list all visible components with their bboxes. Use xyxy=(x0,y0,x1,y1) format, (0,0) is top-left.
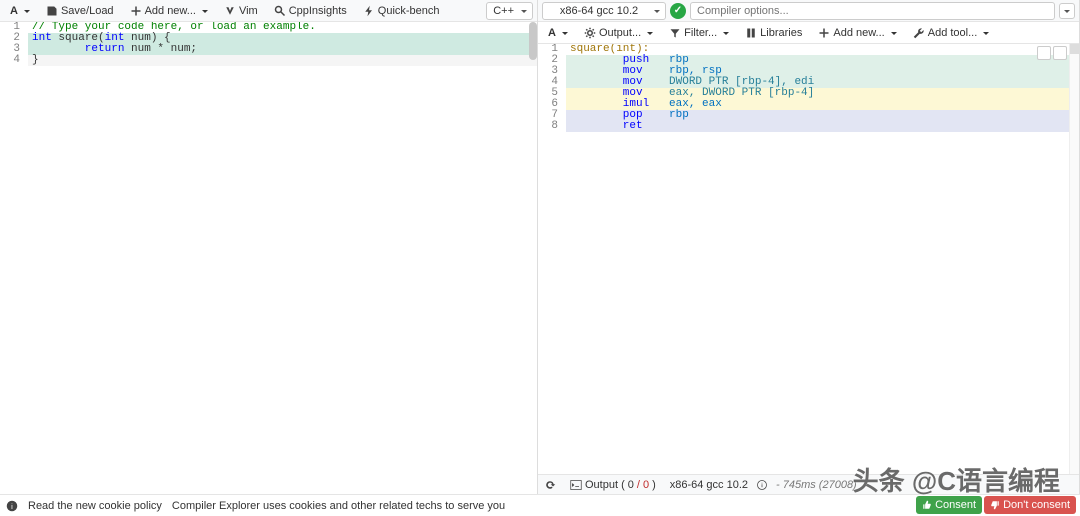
asm-editor[interactable]: 1 2 3 4 5 6 7 8 square(int): push xyxy=(538,44,1079,474)
add-new-label: Add new... xyxy=(833,27,884,39)
output-ok: 0 xyxy=(628,479,634,491)
output-menu[interactable]: Output... xyxy=(578,25,659,41)
overview-icon[interactable] xyxy=(1053,46,1067,60)
add-new-button[interactable]: Add new... xyxy=(812,25,902,41)
gear-icon xyxy=(584,27,596,39)
book-icon xyxy=(745,27,757,39)
filter-menu[interactable]: Filter... xyxy=(663,25,735,41)
asm-pane: x86-64 gcc 10.2 ✓ A Output... Filter... xyxy=(538,0,1080,494)
overview-icon[interactable] xyxy=(1037,46,1051,60)
output-pane-button[interactable]: Output (0/0) xyxy=(564,477,662,493)
dont-consent-button[interactable]: Don't consent xyxy=(984,496,1076,514)
quickbench-label: Quick-bench xyxy=(378,5,440,17)
timing-label: - 745ms (27008) xyxy=(776,479,857,491)
compiler-options-input[interactable] xyxy=(690,2,1055,20)
font-label: A xyxy=(548,27,556,39)
save-load-label: Save/Load xyxy=(61,5,114,17)
cookie-message: Compiler Explorer uses cookies and other… xyxy=(172,500,505,512)
save-icon xyxy=(46,5,58,17)
options-expand-button[interactable] xyxy=(1059,3,1075,19)
save-load-button[interactable]: Save/Load xyxy=(40,3,120,19)
code-text: } xyxy=(32,54,39,66)
add-tool-button[interactable]: Add tool... xyxy=(907,25,996,41)
code-text: num * num; xyxy=(124,43,197,55)
filter-label: Filter... xyxy=(684,27,717,39)
source-code[interactable]: // Type your code here, or load an examp… xyxy=(28,22,537,494)
consent-button[interactable]: Consent xyxy=(916,496,982,514)
vim-label: Vim xyxy=(239,5,258,17)
filter-icon xyxy=(669,27,681,39)
compiler-value: x86-64 gcc 10.2 xyxy=(560,5,638,17)
output-text: Output ( xyxy=(585,479,625,491)
search-icon xyxy=(274,5,286,17)
font-label: A xyxy=(10,5,18,17)
compiler-bar: x86-64 gcc 10.2 ✓ xyxy=(538,0,1079,22)
wrench-icon xyxy=(913,27,925,39)
scrollbar[interactable] xyxy=(529,22,537,60)
output-label: Output... xyxy=(599,27,641,39)
output-close: ) xyxy=(652,479,656,491)
plus-icon xyxy=(130,5,142,17)
info-icon[interactable] xyxy=(756,479,768,491)
thumbs-up-icon xyxy=(922,500,932,510)
source-pane: A Save/Load Add new... Vim CppInsights xyxy=(0,0,538,494)
language-value: C++ xyxy=(493,5,514,17)
source-editor[interactable]: 1 2 3 4 // Type your code here, or load … xyxy=(0,22,537,494)
compile-status-ok-icon: ✓ xyxy=(670,3,686,19)
asm-toolbar: A Output... Filter... Libraries Add new.… xyxy=(538,22,1079,44)
libraries-button[interactable]: Libraries xyxy=(739,25,808,41)
plus-icon xyxy=(818,27,830,39)
output-err: 0 xyxy=(643,479,649,491)
vim-button[interactable]: Vim xyxy=(218,3,264,19)
consent-buttons: Consent Don't consent xyxy=(916,496,1076,514)
asm-status-bar: Output (0/0) x86-64 gcc 10.2 - 745ms (27… xyxy=(538,474,1079,494)
split-panes: A Save/Load Add new... Vim CppInsights xyxy=(0,0,1080,494)
thumbs-down-icon xyxy=(990,500,1000,510)
code-text: rbp xyxy=(643,109,689,121)
code-text: ret xyxy=(570,120,643,132)
line-number: 8 xyxy=(538,121,558,132)
add-new-label: Add new... xyxy=(145,5,196,17)
source-gutter: 1 2 3 4 xyxy=(0,22,28,494)
font-menu[interactable]: A xyxy=(542,25,574,41)
cookie-policy-link[interactable]: Read the new cookie policy xyxy=(28,500,162,512)
font-menu[interactable]: A xyxy=(4,3,36,19)
asm-code[interactable]: square(int): push rbp mov rbp, rsp mov D… xyxy=(566,44,1069,474)
compiler-select[interactable]: x86-64 gcc 10.2 xyxy=(542,2,666,20)
dont-consent-label: Don't consent xyxy=(1003,499,1070,511)
terminal-icon xyxy=(570,479,582,491)
line-number: 4 xyxy=(0,55,20,66)
asm-gutter: 1 2 3 4 5 6 7 8 xyxy=(538,44,566,474)
libraries-label: Libraries xyxy=(760,27,802,39)
add-new-button[interactable]: Add new... xyxy=(124,3,214,19)
cppinsights-label: CppInsights xyxy=(289,5,347,17)
vim-icon xyxy=(224,5,236,17)
minimap[interactable] xyxy=(1069,44,1079,474)
source-toolbar: A Save/Load Add new... Vim CppInsights xyxy=(0,0,537,22)
cppinsights-button[interactable]: CppInsights xyxy=(268,3,353,19)
bolt-icon xyxy=(363,5,375,17)
output-sep: / xyxy=(637,479,640,491)
language-select[interactable]: C++ xyxy=(486,2,533,20)
add-tool-label: Add tool... xyxy=(928,27,978,39)
refresh-icon[interactable] xyxy=(544,479,556,491)
quickbench-button[interactable]: Quick-bench xyxy=(357,3,446,19)
code-text: return xyxy=(32,43,124,55)
app-root: A Save/Load Add new... Vim CppInsights xyxy=(0,0,1080,516)
consent-label: Consent xyxy=(935,499,976,511)
compiler-short-label: x86-64 gcc 10.2 xyxy=(670,479,748,491)
info-icon: i xyxy=(6,500,18,512)
